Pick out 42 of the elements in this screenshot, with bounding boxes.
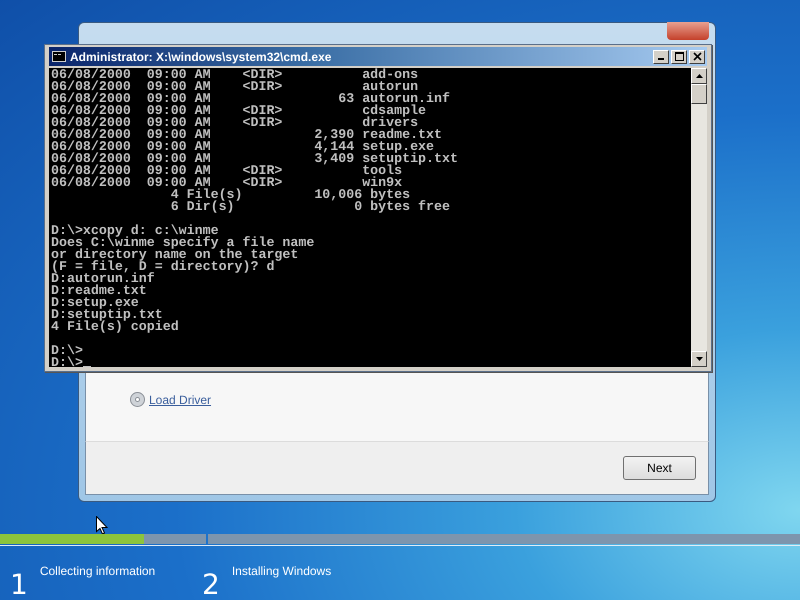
console-line: D:\> — [51, 357, 83, 367]
scrollbar[interactable] — [691, 68, 707, 367]
close-button[interactable] — [689, 50, 705, 64]
step-number: 2 — [202, 570, 220, 600]
window-title: Administrator: X:\windows\system32\cmd.exe — [70, 50, 332, 64]
console-line: 06/08/2000 09:00 AM <DIR> win9x — [51, 177, 402, 189]
console-line: 06/08/2000 09:00 AM <DIR> autorun — [51, 81, 418, 93]
console-line: (F = file, D = directory)? d — [51, 261, 274, 273]
console-line: 06/08/2000 09:00 AM <DIR> cdsample — [51, 105, 426, 117]
step-label: Collecting information — [40, 564, 156, 578]
step-label: Installing Windows — [232, 564, 332, 578]
maximize-button[interactable] — [671, 50, 687, 64]
maximize-icon — [674, 52, 684, 61]
console-line: D:readme.txt — [51, 285, 147, 297]
console-line: 4 File(s) 10,006 bytes — [170, 189, 410, 201]
console-line: 06/08/2000 09:00 AM <DIR> drivers — [51, 117, 418, 129]
up-arrow-icon — [696, 74, 702, 78]
down-arrow-icon — [696, 357, 702, 361]
load-driver-link[interactable]: Load Driver — [149, 392, 212, 406]
disc-icon — [130, 392, 145, 407]
step-number: 1 — [10, 570, 28, 600]
console-line: 06/08/2000 09:00 AM 63 autorun.inf — [51, 93, 450, 105]
console-line: 06/08/2000 09:00 AM <DIR> tools — [51, 165, 402, 177]
console-icon — [52, 51, 66, 62]
console-line: 06/08/2000 09:00 AM 3,409 setuptip.txt — [51, 153, 458, 165]
console-line: D:autorun.inf — [51, 273, 155, 285]
console-line: D:setuptip.txt — [51, 309, 163, 321]
console-line: D:\> — [51, 345, 83, 357]
scroll-thumb[interactable] — [691, 84, 707, 104]
console-line: 4 File(s) copied — [51, 321, 179, 333]
console-line: 06/08/2000 09:00 AM 4,144 setup.exe — [51, 141, 434, 153]
console-line: D:setup.exe — [51, 297, 139, 309]
close-icon — [692, 52, 702, 61]
console-line: 6 Dir(s) 0 bytes free — [170, 201, 450, 213]
mouse-pointer-icon — [96, 516, 108, 535]
console-line: or directory name on the target — [51, 249, 298, 261]
console-line: 06/08/2000 09:00 AM 2,390 readme.txt — [51, 129, 442, 141]
console-line: Does C:\winme specify a file name — [51, 237, 314, 249]
console-line: D:\>xcopy d: c:\winme — [51, 225, 219, 237]
next-button[interactable]: Next — [623, 456, 696, 480]
console-line: 06/08/2000 09:00 AM <DIR> add-ons — [51, 69, 418, 81]
minimize-button[interactable] — [653, 50, 669, 64]
